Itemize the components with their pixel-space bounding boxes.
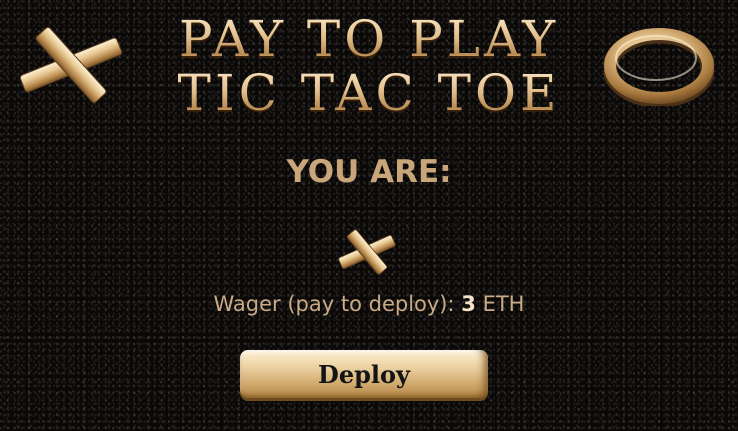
wager-unit: ETH [482,292,525,316]
gold-o-icon [604,28,714,106]
wager-label: Wager (pay to deploy): [213,292,455,316]
wager-text: Wager (pay to deploy): 3 ETH [0,292,738,316]
player-x-icon [338,229,396,275]
you-are-label: YOU ARE: [286,154,452,190]
deploy-button[interactable]: Deploy [240,350,488,398]
wager-amount: 3 [461,292,476,316]
